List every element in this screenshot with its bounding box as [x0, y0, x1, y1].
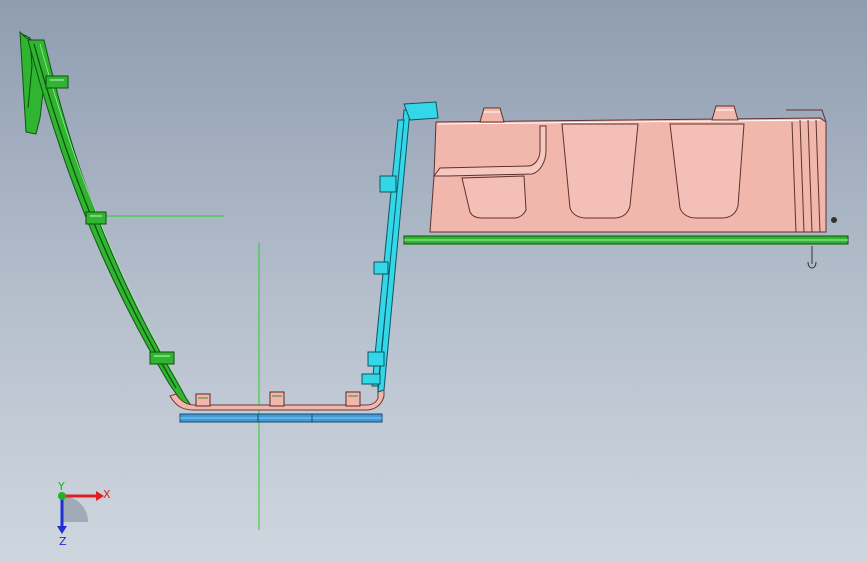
- z-axis-label: Z: [59, 535, 67, 548]
- pink-bottom-channel[interactable]: [169, 385, 385, 411]
- x-axis-label: X: [103, 488, 111, 501]
- sketch-reference-lines: [100, 215, 260, 530]
- y-axis-label: Y: [57, 480, 65, 493]
- green-wall-part[interactable]: [19, 30, 194, 409]
- cyan-wall-part[interactable]: [361, 101, 439, 393]
- cad-viewport[interactable]: X Y Z: [0, 0, 867, 562]
- green-tray-plate[interactable]: [403, 235, 849, 245]
- coordinate-triad: [57, 491, 104, 534]
- green-clip: [45, 75, 175, 365]
- y-axis-dot: [58, 492, 66, 500]
- blue-base-plate[interactable]: [179, 413, 383, 423]
- bottom-clip: [195, 391, 361, 407]
